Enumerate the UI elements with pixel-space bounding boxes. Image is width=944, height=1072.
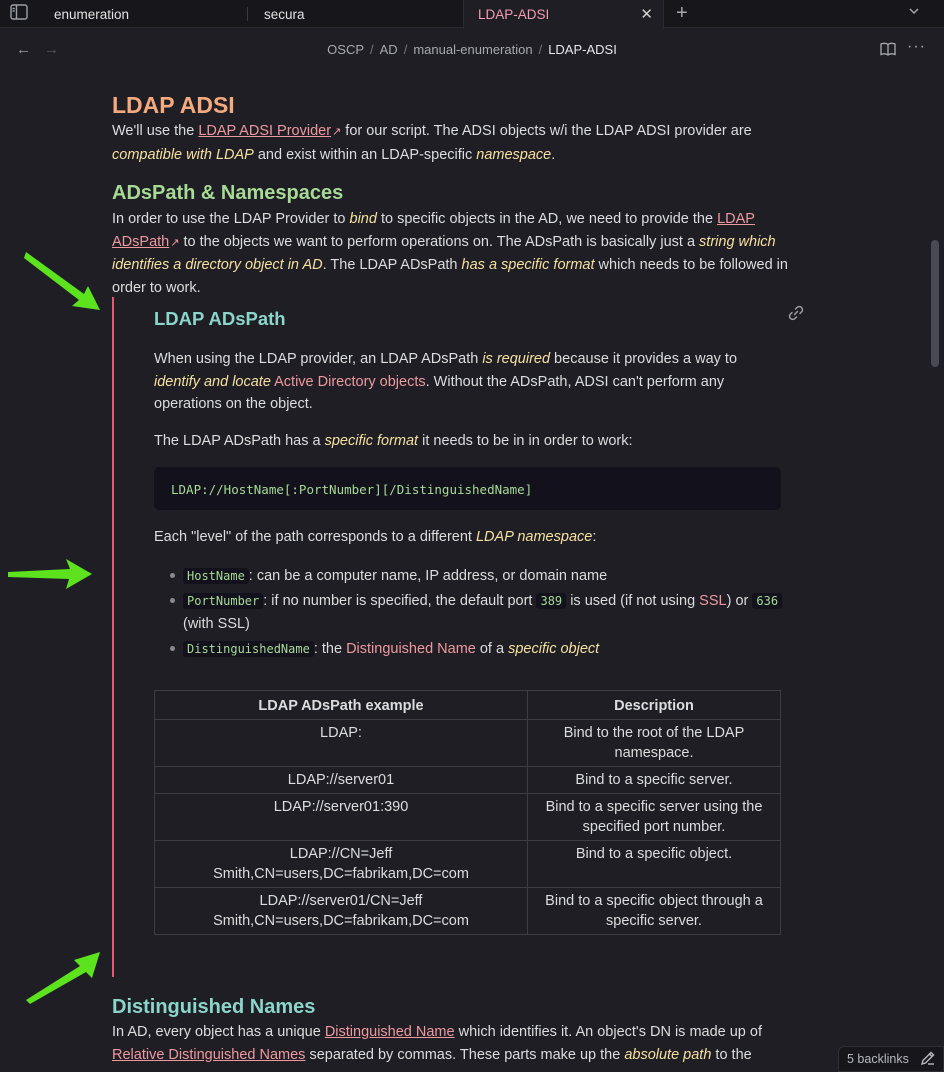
tab-label: enumeration bbox=[54, 7, 130, 22]
annotation-arrow-icon bbox=[8, 559, 92, 589]
bullet-marker bbox=[170, 646, 177, 653]
breadcrumb-separator: / bbox=[370, 42, 374, 57]
embed-paragraph-3: Each "level" of the path corresponds to … bbox=[154, 529, 597, 545]
table-row: LDAP://server01 Bind to a specific serve… bbox=[154, 766, 781, 794]
tab-enumeration[interactable]: enumeration bbox=[40, 0, 245, 28]
external-link-icon: ↗ bbox=[332, 126, 342, 138]
bullet-marker bbox=[170, 573, 177, 580]
table-row: LDAP: Bind to the root of the LDAP names… bbox=[154, 719, 781, 767]
section-heading-distinguished-names: Distinguished Names bbox=[112, 996, 316, 1018]
breadcrumb-separator: / bbox=[403, 42, 408, 57]
table-cell: LDAP://server01/CN=Jeff Smith,CN=users,D… bbox=[154, 887, 528, 935]
scrollbar-thumb[interactable] bbox=[931, 240, 939, 367]
inline-code: HostName bbox=[183, 568, 249, 584]
inline-code: PortNumber bbox=[183, 593, 264, 609]
breadcrumb-item[interactable]: manual-enumeration bbox=[413, 42, 532, 57]
table-row: LDAP://server01/CN=Jeff Smith,CN=users,D… bbox=[154, 887, 781, 935]
note-heading: LDAP ADSI bbox=[112, 92, 235, 118]
adspath-paragraph: In order to use the LDAP Provider to bin… bbox=[112, 211, 788, 296]
breadcrumb-current[interactable]: LDAP-ADSI bbox=[548, 42, 617, 57]
inline-code: 636 bbox=[752, 593, 783, 609]
breadcrumb: OSCP / AD / manual-enumeration / LDAP-ADSI bbox=[0, 42, 944, 57]
distinguished-name-link[interactable]: Distinguished Name bbox=[325, 1024, 455, 1040]
embed-paragraph-1: When using the LDAP provider, an LDAP AD… bbox=[154, 351, 738, 412]
table-row: LDAP://server01:390 Bind to a specific s… bbox=[154, 793, 781, 841]
intro-paragraph: We'll use the LDAP ADSI Provider↗ for ou… bbox=[112, 123, 752, 163]
table-cell: LDAP://server01 bbox=[154, 766, 528, 794]
table-header: LDAP ADsPath example bbox=[154, 690, 528, 720]
section-heading-adspath: ADsPath & Namespaces bbox=[112, 182, 344, 204]
code-block[interactable]: LDAP://HostName[:PortNumber][/Distinguis… bbox=[154, 467, 781, 510]
open-link-icon[interactable] bbox=[787, 304, 805, 322]
table-cell: Bind to a specific server. bbox=[527, 766, 781, 794]
tab-label: secura bbox=[264, 7, 305, 22]
ldap-adsi-provider-link[interactable]: LDAP ADSI Provider bbox=[198, 123, 331, 139]
distinguished-name-link[interactable]: Distinguished Name bbox=[346, 641, 476, 657]
embed-paragraph-2: The LDAP ADsPath has a specific format i… bbox=[154, 433, 633, 449]
table-header: Description bbox=[527, 690, 781, 720]
list-item: PortNumber: if no number is specified, t… bbox=[183, 590, 783, 635]
annotation-arrow-icon bbox=[24, 252, 100, 310]
embed-title: LDAP ADsPath bbox=[154, 308, 286, 329]
new-tab-plus-icon[interactable]: + bbox=[676, 2, 688, 25]
table-cell: Bind to a specific object through a spec… bbox=[527, 887, 781, 935]
more-options-icon[interactable]: ··· bbox=[907, 38, 926, 56]
table-cell: LDAP: bbox=[154, 719, 528, 767]
breadcrumb-item[interactable]: OSCP bbox=[327, 42, 364, 57]
embed-border bbox=[112, 297, 114, 977]
active-directory-objects-link[interactable]: Active Directory objects bbox=[274, 374, 426, 390]
sidebar-toggle-icon[interactable] bbox=[10, 4, 30, 22]
table-cell: Bind to the root of the LDAP namespace. bbox=[527, 719, 781, 767]
breadcrumb-separator: / bbox=[538, 42, 543, 57]
tab-bar: enumeration secura LDAP-ADSI ✕ + bbox=[0, 0, 944, 29]
reading-view-book-icon[interactable] bbox=[880, 42, 896, 56]
table-cell: Bind to a specific object. bbox=[527, 840, 781, 888]
list-item: HostName: can be a computer name, IP add… bbox=[183, 565, 783, 588]
chevron-down-icon[interactable] bbox=[908, 4, 920, 20]
view-header: ← → OSCP / AD / manual-enumeration / LDAP-ADSI… bbox=[0, 29, 944, 71]
list-item: DistinguishedName: the Distinguished Nam… bbox=[183, 638, 783, 661]
relative-distinguished-names-link[interactable]: Relative Distinguished Names bbox=[112, 1047, 305, 1063]
tab-label: LDAP-ADSI bbox=[478, 7, 550, 22]
table-header-row: LDAP ADsPath example Description bbox=[154, 690, 781, 720]
ssl-link[interactable]: SSL bbox=[699, 593, 726, 609]
tab-ldap-adsi[interactable]: LDAP-ADSI ✕ bbox=[463, 0, 664, 29]
tab-secura[interactable]: secura bbox=[250, 0, 458, 28]
table-cell: LDAP://CN=Jeff Smith,CN=users,DC=fabrika… bbox=[154, 840, 528, 888]
edit-pencil-icon[interactable] bbox=[920, 1050, 936, 1066]
table-row: LDAP://CN=Jeff Smith,CN=users,DC=fabrika… bbox=[154, 840, 781, 888]
inline-code: 389 bbox=[536, 593, 567, 609]
breadcrumb-item[interactable]: AD bbox=[380, 42, 398, 57]
tab-divider bbox=[247, 7, 248, 21]
distinguished-names-paragraph: In AD, every object has a unique Disting… bbox=[112, 1024, 762, 1063]
bullet-marker bbox=[170, 598, 177, 605]
inline-code: DistinguishedName bbox=[183, 641, 314, 657]
close-icon[interactable]: ✕ bbox=[640, 5, 653, 23]
adspath-table: LDAP ADsPath example Description LDAP: B… bbox=[154, 690, 781, 935]
annotation-arrow-icon bbox=[26, 952, 100, 1004]
table-cell: LDAP://server01:390 bbox=[154, 793, 528, 841]
table-cell: Bind to a specific server using the spec… bbox=[527, 793, 781, 841]
code-text: LDAP://HostName[:PortNumber][/Distinguis… bbox=[171, 482, 533, 497]
